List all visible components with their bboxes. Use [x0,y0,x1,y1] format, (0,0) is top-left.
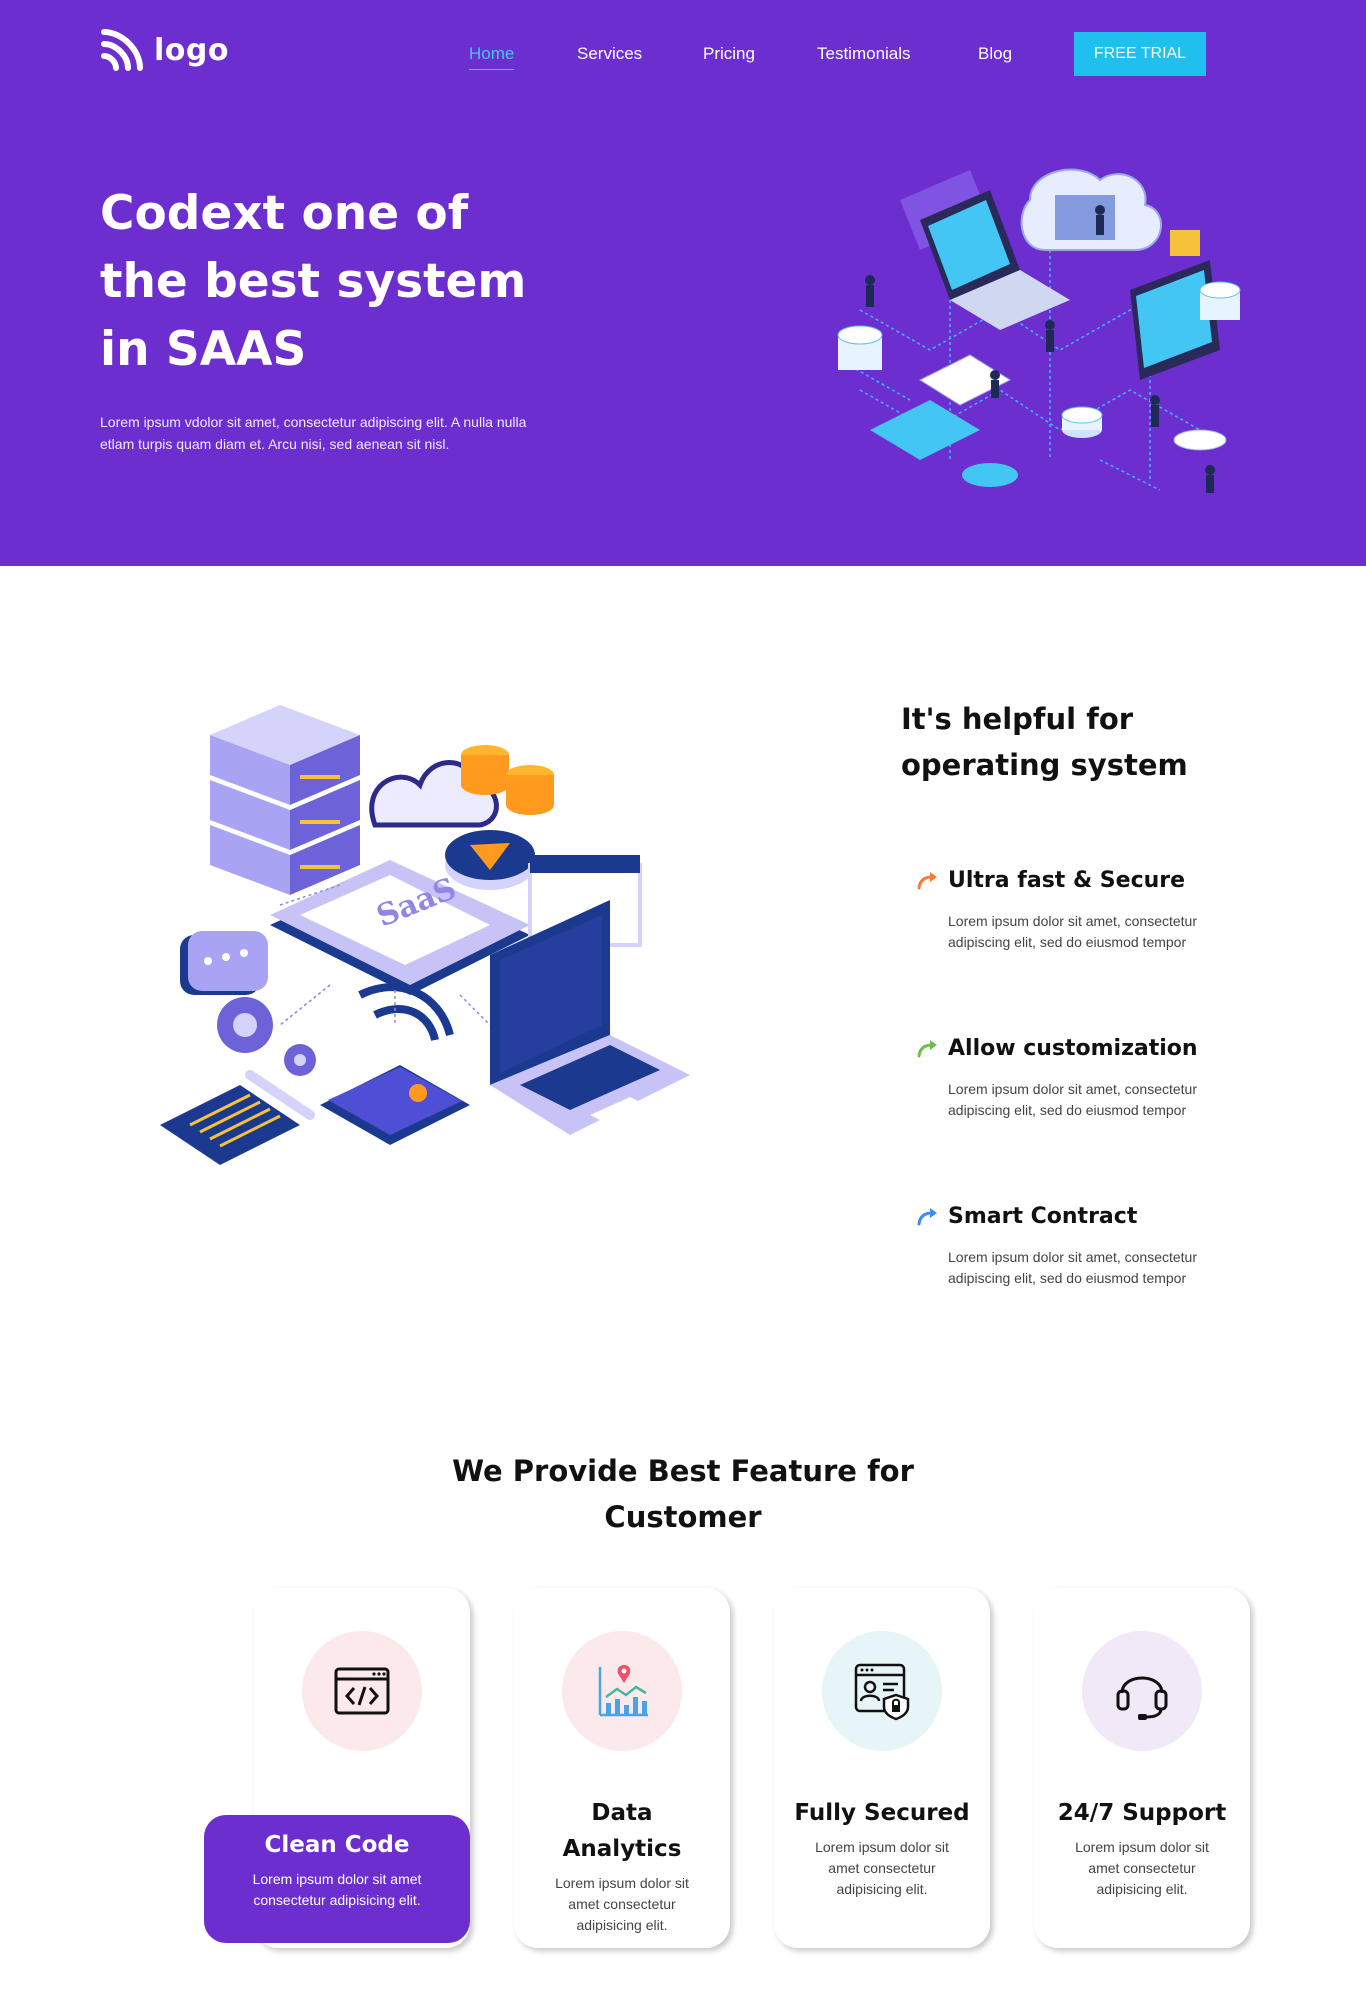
feature-item-fast-secure: Ultra fast & Secure Lorem ipsum dolor si… [916,868,1236,953]
saas-isometric-illustration: SaaS [160,705,690,1165]
helpful-section-title: It's helpful for operating system [901,702,1188,782]
headset-icon [1116,1676,1168,1720]
nav-home[interactable]: Home [469,44,515,70]
card-description: Lorem ipsum dolor sit amet consectetur a… [1075,1839,1209,1897]
feature-item-description: Lorem ipsum dolor sit amet, consectetur … [948,1081,1197,1118]
card-body: Fully Secured Lorem ipsum dolor sit amet… [782,1795,982,1900]
card-title: Fully Secured [794,1800,970,1826]
features-section-title: We Provide Best Feature for Customer [452,1454,914,1534]
analytics-chart-icon [598,1665,648,1717]
card-icon-circle [822,1631,942,1751]
hero-section: logo Home Services Pricing Testimonials … [0,0,1366,566]
card-icon-circle [302,1631,422,1751]
curved-arrow-icon [917,1207,937,1225]
feature-item-customization: Allow customization Lorem ipsum dolor si… [916,1036,1236,1121]
feature-card-fully-secured[interactable]: Fully Secured Lorem ipsum dolor sit amet… [774,1588,990,1948]
feature-item-title: Ultra fast & Secure [948,868,1186,893]
hero-title: Codext one of the best system in SAAS [100,186,527,377]
card-title: 24/7 Support [1057,1800,1227,1826]
nav-pricing[interactable]: Pricing [703,44,755,64]
feature-item-smart-contract: Smart Contract Lorem ipsum dolor sit ame… [916,1204,1236,1289]
security-shield-icon [854,1663,910,1721]
card-title: Data Analytics [562,1800,682,1862]
feature-item-title: Allow customization [948,1036,1198,1061]
nav-blog[interactable]: Blog [978,44,1012,64]
card-title: Clean Code [264,1832,410,1858]
card-description: Lorem ipsum dolor sit amet consectetur a… [815,1839,949,1897]
curved-arrow-icon [917,871,937,889]
feature-card-clean-code[interactable]: Clean Code Lorem ipsum dolor sit amet co… [204,1588,470,1948]
hero-network-illustration [837,168,1241,493]
feature-card-support[interactable]: 24/7 Support Lorem ipsum dolor sit amet … [1034,1588,1250,1948]
card-body: Data Analytics Lorem ipsum dolor sit ame… [522,1795,722,1936]
hero-description: Lorem ipsum vdolor sit amet, consectetur… [100,414,527,452]
curved-arrow-icon [917,1039,937,1057]
code-window-icon [334,1667,390,1715]
card-icon-circle [1082,1631,1202,1751]
feature-card-data-analytics[interactable]: Data Analytics Lorem ipsum dolor sit ame… [514,1588,730,1948]
nav-services[interactable]: Services [577,44,642,64]
nav-testimonials[interactable]: Testimonials [817,44,911,64]
free-trial-button[interactable]: FREE TRIAL [1074,32,1206,76]
feature-item-title: Smart Contract [948,1204,1138,1229]
card-body: 24/7 Support Lorem ipsum dolor sit amet … [1042,1795,1242,1900]
card-description: Lorem ipsum dolor sit amet consectetur a… [252,1871,422,1908]
feature-item-description: Lorem ipsum dolor sit amet, consectetur … [948,1249,1197,1286]
card-icon-circle [562,1631,682,1751]
card-description: Lorem ipsum dolor sit amet consectetur a… [555,1875,689,1933]
card-body: Clean Code Lorem ipsum dolor sit amet co… [204,1815,470,1943]
feature-item-description: Lorem ipsum dolor sit amet, consectetur … [948,913,1197,950]
